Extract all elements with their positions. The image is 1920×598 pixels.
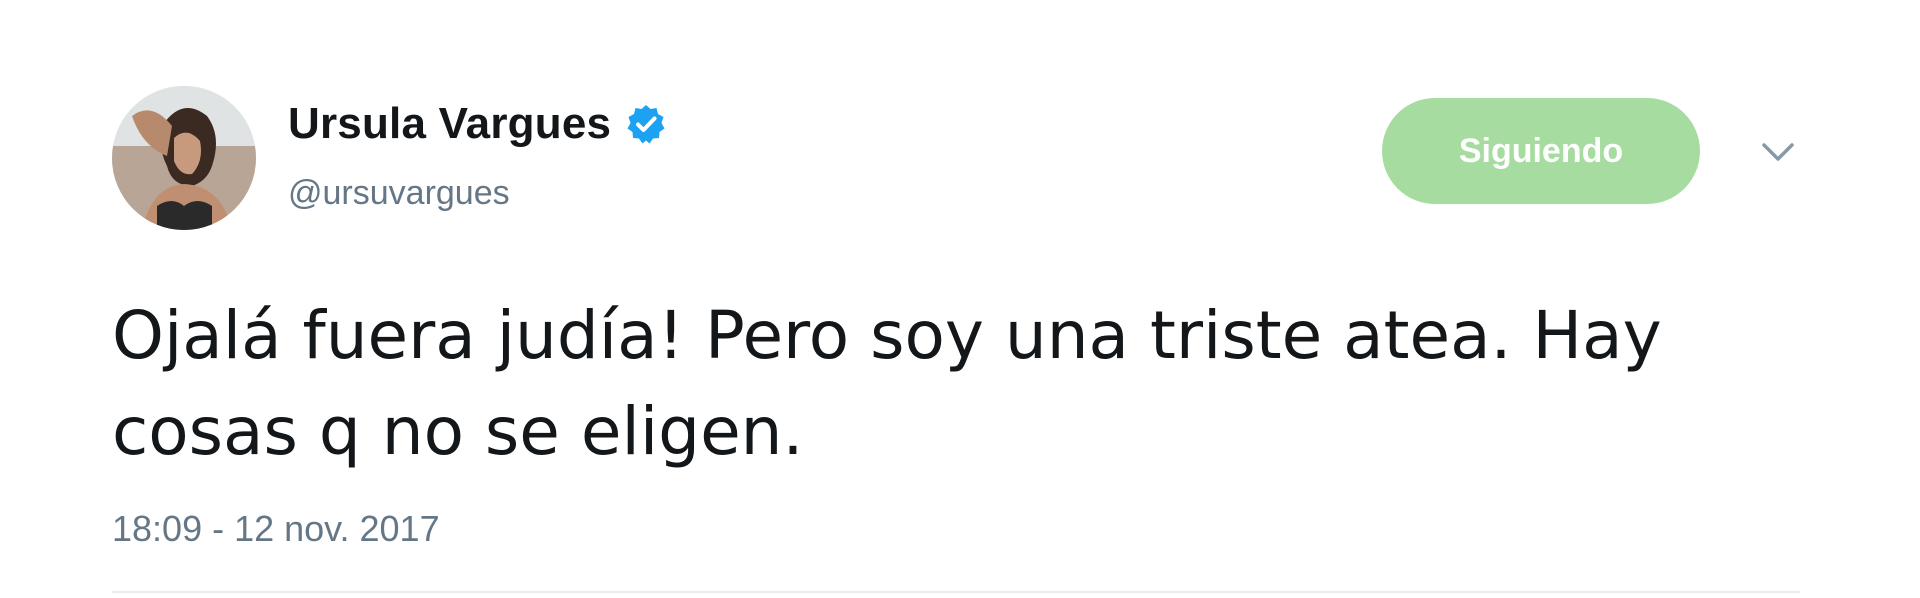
- avatar[interactable]: [112, 86, 256, 230]
- tweet-text: Ojalá fuera judía! Pero soy una triste a…: [112, 297, 1662, 470]
- avatar-image: [112, 86, 256, 230]
- following-button[interactable]: Siguiendo: [1382, 98, 1700, 204]
- tweet-card: Ursula Vargues @ursuvargues Siguiendo Oj…: [0, 0, 1920, 598]
- name-row: Ursula Vargues: [288, 96, 667, 152]
- divider: [112, 591, 1800, 593]
- tweet-timestamp[interactable]: 18:09 - 12 nov. 2017: [112, 508, 440, 550]
- chevron-down-icon[interactable]: [1758, 135, 1798, 169]
- display-name[interactable]: Ursula Vargues: [288, 99, 611, 149]
- verified-badge-icon: [625, 103, 667, 145]
- user-handle[interactable]: @ursuvargues: [288, 174, 510, 213]
